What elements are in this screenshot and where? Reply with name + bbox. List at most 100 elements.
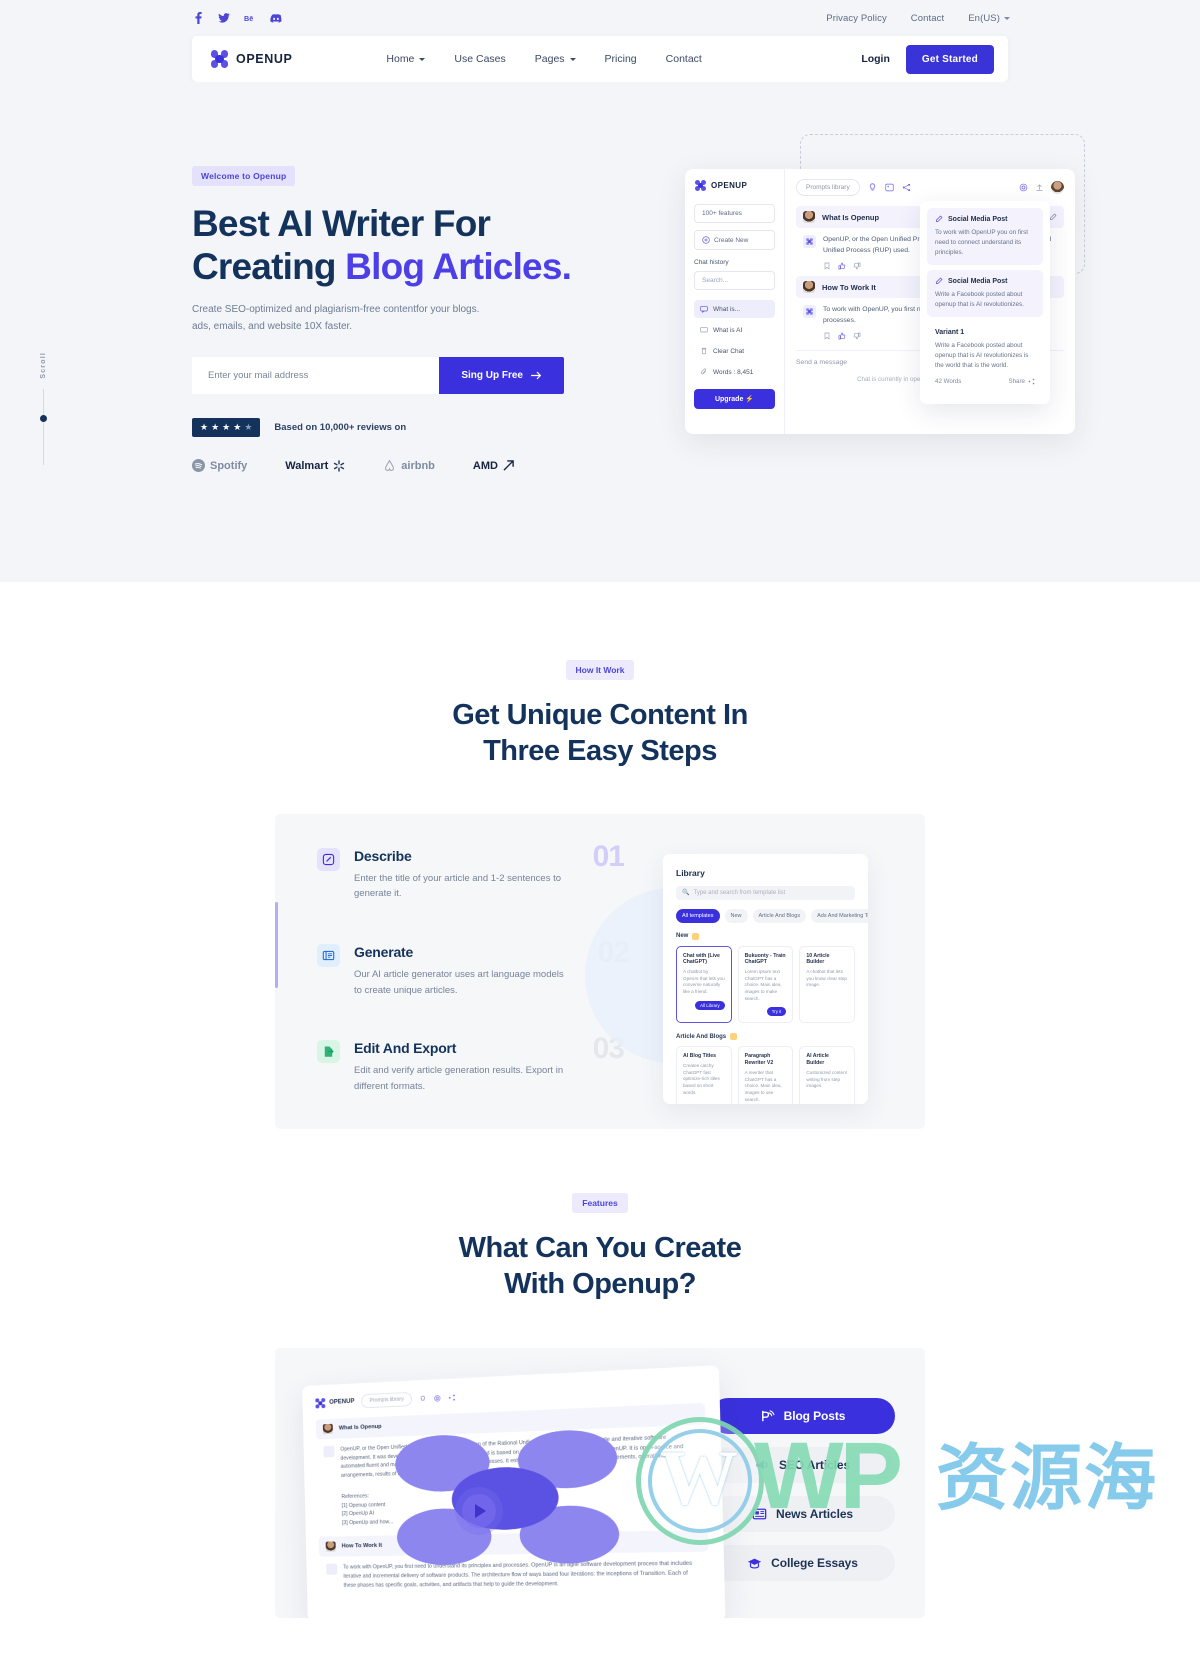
category-seo-articles[interactable]: SEO Articles bbox=[710, 1447, 895, 1484]
nav-item-pricing[interactable]: Pricing bbox=[605, 53, 637, 65]
create-new-button[interactable]: Create New bbox=[694, 230, 775, 250]
step-item[interactable]: Generate Our AI article generator uses a… bbox=[317, 936, 630, 998]
title-line2: With Openup? bbox=[504, 1267, 696, 1300]
card-desc: Lorem ipsum text ChatGPT has a choice. M… bbox=[744, 969, 782, 1001]
category-blog-posts[interactable]: Blog Posts bbox=[710, 1398, 895, 1435]
login-link[interactable]: Login bbox=[861, 53, 890, 65]
avatar[interactable] bbox=[1051, 181, 1064, 194]
video-answer-row: To work with OpenUP, you first need to u… bbox=[319, 1428, 710, 1597]
thumbs-down-icon bbox=[853, 332, 861, 340]
features-badge: Features bbox=[572, 1192, 628, 1213]
word-count: 42 Words bbox=[935, 377, 962, 385]
navbar-actions: Login Get Started bbox=[861, 44, 994, 74]
get-started-button[interactable]: Get Started bbox=[905, 44, 994, 74]
share-action[interactable]: Share bbox=[1008, 378, 1035, 385]
chat-history-item[interactable]: What is... bbox=[694, 300, 775, 318]
openup-logo-icon bbox=[210, 50, 229, 69]
bot-avatar-icon bbox=[326, 1428, 621, 1576]
title-line2: Three Easy Steps bbox=[483, 735, 717, 768]
email-input[interactable] bbox=[192, 357, 440, 395]
clear-chat-item[interactable]: Clear Chat bbox=[694, 342, 775, 360]
card-button[interactable]: Try it bbox=[766, 1007, 787, 1017]
reference-item: [2] OpenUp AI bbox=[341, 1510, 375, 1518]
openup-logo-icon bbox=[694, 179, 707, 192]
category-news-articles[interactable]: News Articles bbox=[710, 1496, 895, 1533]
hero-subtitle-line2: ads, emails, and website 10X faster. bbox=[192, 320, 353, 332]
video-preview[interactable]: OPENUP Prompts library What Is Openup Op… bbox=[302, 1365, 726, 1619]
title-line1: What Can You Create bbox=[458, 1231, 742, 1264]
topbar-contact-link[interactable]: Contact bbox=[911, 13, 944, 24]
facebook-icon[interactable] bbox=[192, 11, 204, 25]
library-tab[interactable]: Article And Blogs bbox=[752, 908, 807, 923]
logo-label: Spotify bbox=[210, 459, 248, 472]
sidebar-search-input[interactable]: Search... bbox=[694, 271, 775, 290]
upgrade-button[interactable]: Upgrade ⚡ bbox=[694, 389, 775, 409]
nav-item-contact[interactable]: Contact bbox=[666, 53, 702, 65]
language-selector[interactable]: En(US) bbox=[968, 13, 1010, 24]
discord-icon[interactable] bbox=[270, 11, 282, 25]
step-text: Edit and verify article generation resul… bbox=[354, 1065, 564, 1092]
behance-icon[interactable]: Bē bbox=[244, 11, 256, 25]
step-text: Enter the title of your article and 1-2 … bbox=[354, 872, 562, 900]
chat-history-item[interactable]: What is AI bbox=[694, 321, 775, 339]
avatar bbox=[322, 1423, 333, 1435]
logo-label: AMD bbox=[472, 459, 498, 472]
card-button[interactable]: All Library bbox=[695, 1000, 725, 1010]
play-button[interactable] bbox=[455, 1487, 503, 1536]
reference-item: [3] OpenUp and how... bbox=[342, 1519, 394, 1527]
signup-button[interactable]: Sing Up Free bbox=[439, 357, 564, 395]
prompts-library-button[interactable]: Prompts library bbox=[796, 179, 860, 196]
nav-item-use-cases[interactable]: Use Cases bbox=[454, 53, 505, 65]
logo-label: airbnb bbox=[401, 459, 435, 472]
twitter-icon[interactable] bbox=[218, 11, 230, 25]
library-tab[interactable]: All templates bbox=[676, 908, 720, 923]
how-it-works-badge: How It Work bbox=[565, 660, 635, 681]
card-title: Paragraph Rewriter V2 bbox=[744, 1053, 774, 1067]
landing-page: Bē Privacy Policy Contact En(US) OPENUP bbox=[0, 0, 1200, 1678]
category-label: Blog Posts bbox=[783, 1409, 846, 1424]
library-card[interactable]: AI Blog Titles Creates catchy ChatGPT fa… bbox=[676, 1046, 732, 1104]
steps-progress-rail[interactable] bbox=[275, 814, 278, 1182]
share-icon bbox=[448, 1394, 455, 1401]
library-card[interactable]: Chat with (Live ChatGPT) A chatbot by Op… bbox=[676, 945, 732, 1024]
utility-topbar: Bē Privacy Policy Contact En(US) bbox=[0, 0, 1200, 36]
chat-item-label: What is AI bbox=[713, 326, 743, 334]
library-search-input[interactable]: 🔍 Type and search from template list bbox=[676, 885, 855, 900]
nav-label: Pricing bbox=[604, 53, 637, 65]
library-group-label: New bbox=[676, 932, 855, 940]
library-search-placeholder: Type and search from template list bbox=[693, 889, 786, 896]
play-icon bbox=[475, 1504, 486, 1519]
card-title: AI Article Builder bbox=[806, 1053, 829, 1067]
features-chip[interactable]: 100+ features bbox=[694, 204, 775, 223]
logo-spotify: Spotify bbox=[192, 459, 248, 473]
image-icon bbox=[885, 183, 894, 192]
title-line1: Get Unique Content In bbox=[452, 699, 748, 732]
edit-square-icon bbox=[935, 277, 943, 285]
trash-icon bbox=[701, 347, 707, 355]
privacy-policy-link[interactable]: Privacy Policy bbox=[826, 13, 887, 24]
hero-copy: Welcome to Openup Best AI Writer For Cre… bbox=[192, 166, 592, 473]
library-card[interactable]: AI Article Builder Customized content wr… bbox=[799, 1046, 856, 1104]
chevron-down-icon bbox=[419, 57, 426, 61]
gear-icon bbox=[434, 1394, 441, 1402]
nav-label: Pages bbox=[534, 53, 565, 65]
variant-text: To work with OpenUP you on first need to… bbox=[935, 229, 1028, 257]
prompts-library-button[interactable]: Prompts library bbox=[361, 1391, 413, 1409]
chat-question-text: How To Work It bbox=[822, 282, 876, 292]
category-college-essays[interactable]: College Essays bbox=[710, 1545, 895, 1582]
library-card[interactable]: Paragraph Rewriter V2 A rewriter that Ch… bbox=[737, 1046, 794, 1104]
nav-item-home[interactable]: Home bbox=[386, 53, 426, 65]
nav-item-pages[interactable]: Pages bbox=[535, 53, 576, 65]
step-item[interactable]: Edit And Export Edit and verify article … bbox=[317, 1032, 625, 1094]
how-it-works-header: How It Work Get Unique Content In Three … bbox=[0, 582, 1200, 770]
hero-title-line1: Best AI Writer For bbox=[192, 203, 491, 244]
reviews-text: Based on 10,000+ reviews on bbox=[274, 422, 407, 434]
library-card[interactable]: Bukuonty - Train ChatGPT Lorem ipsum tex… bbox=[737, 945, 794, 1024]
library-tab[interactable]: Ads And Marketing Tools bbox=[811, 908, 868, 923]
library-card[interactable]: 10 Article Builder A chatbot that lets y… bbox=[799, 945, 856, 1024]
chat-bubble-icon bbox=[700, 306, 708, 313]
steps-list: Describe Enter the title of your article… bbox=[275, 840, 630, 1095]
step-item[interactable]: Describe Enter the title of your article… bbox=[317, 840, 625, 902]
library-tab[interactable]: New bbox=[724, 908, 748, 923]
brand-logo[interactable]: OPENUP bbox=[210, 50, 292, 69]
